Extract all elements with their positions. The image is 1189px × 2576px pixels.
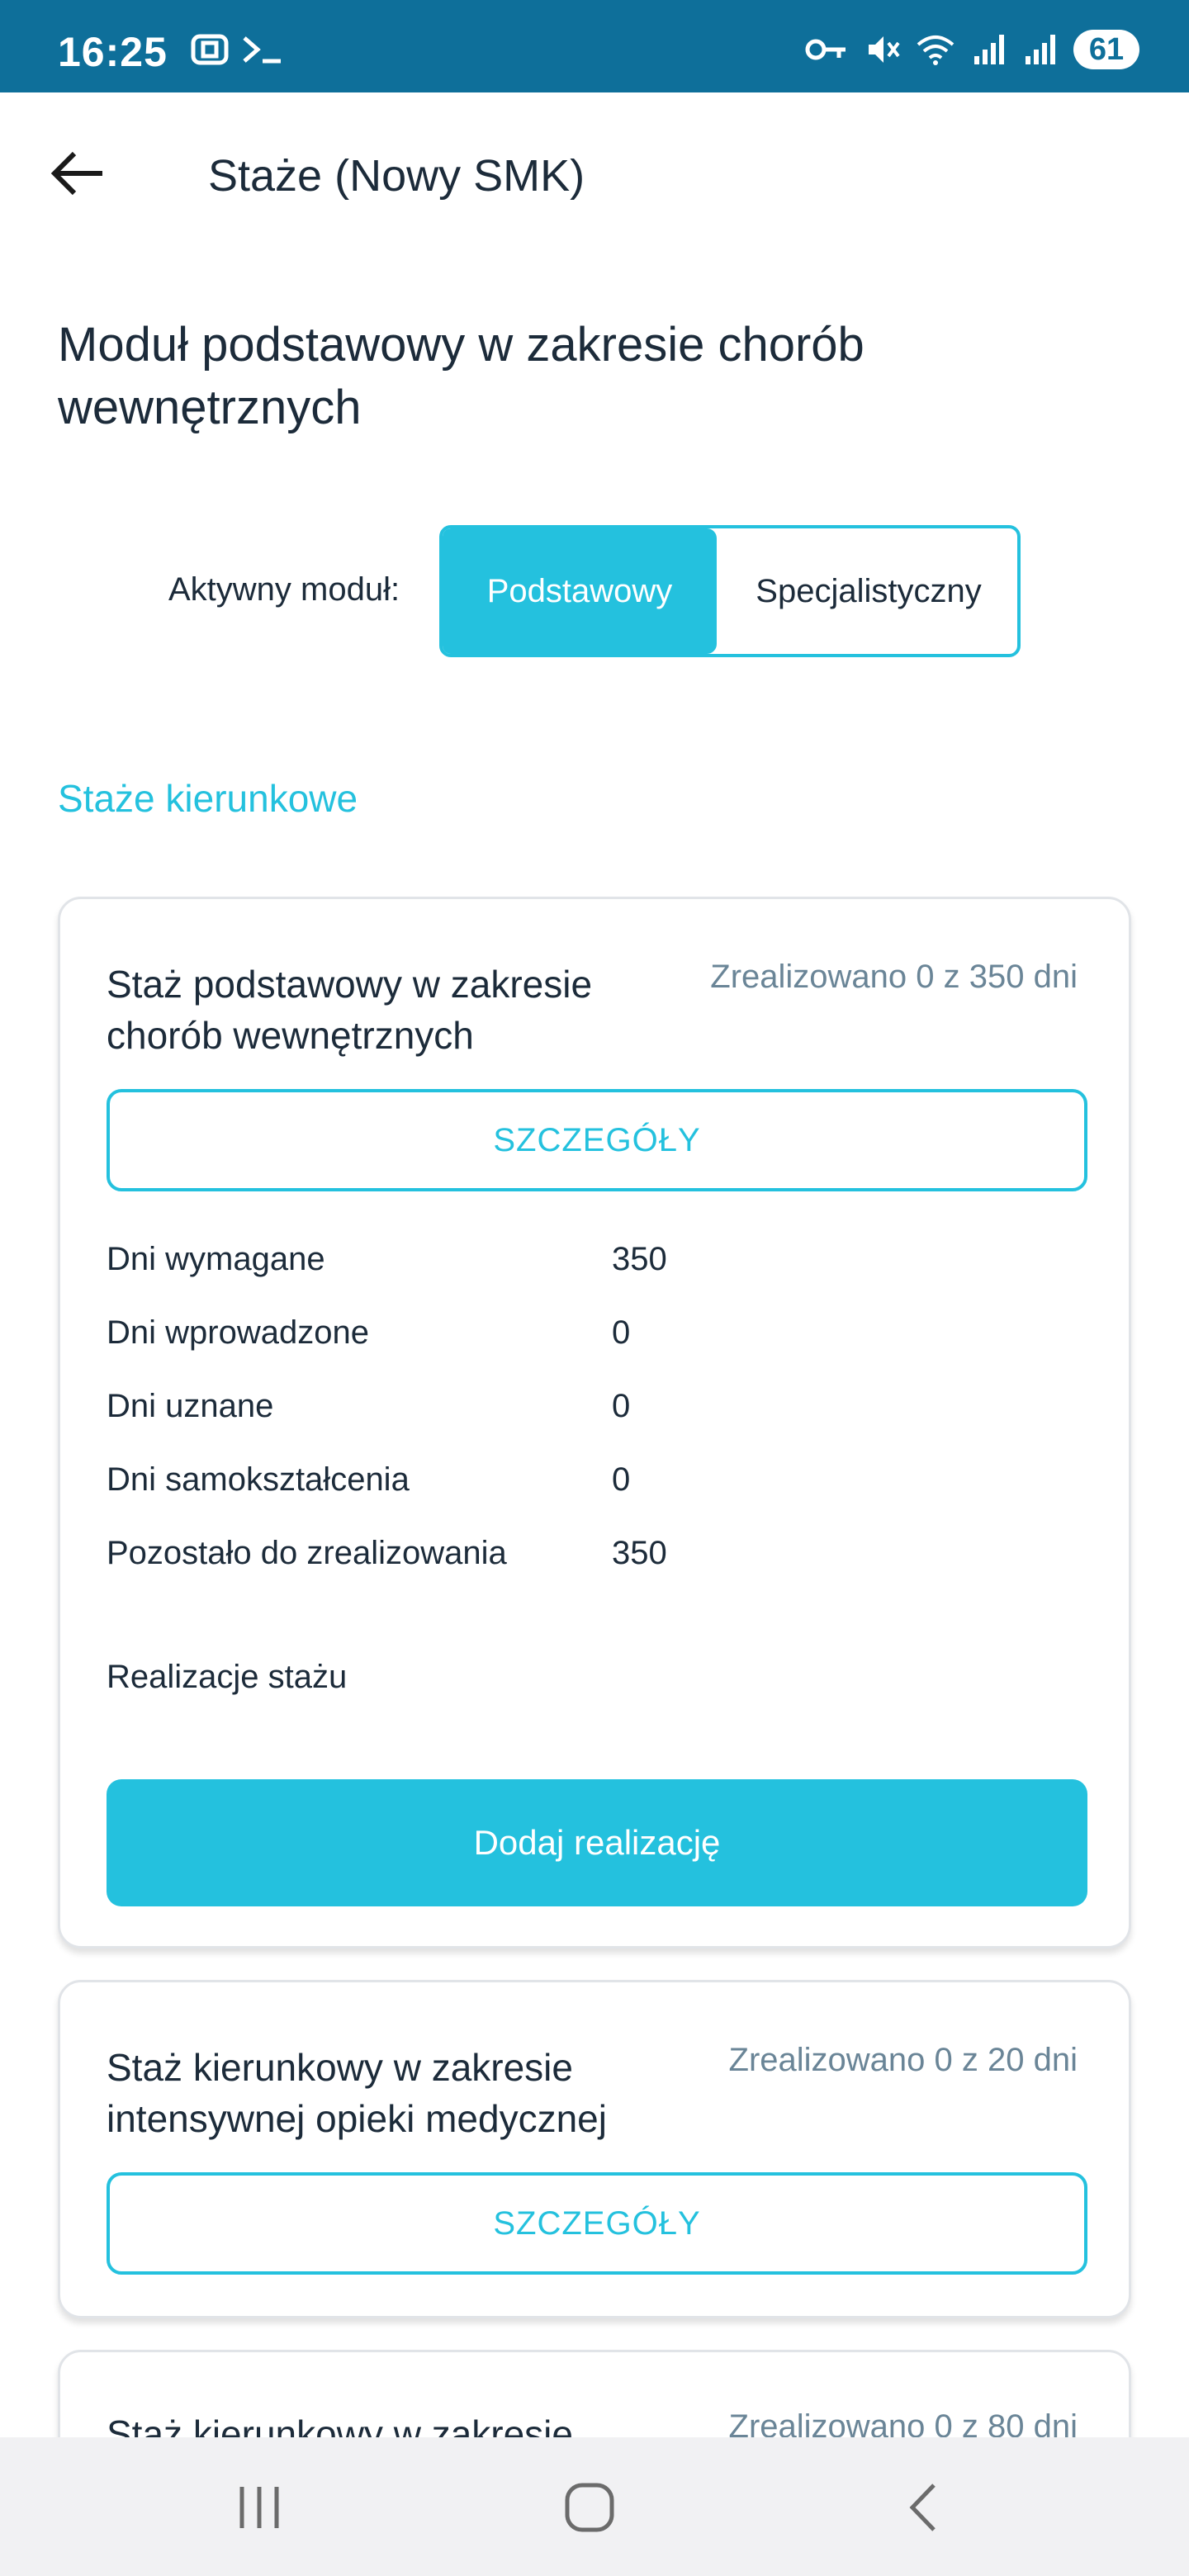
card-status: Zrealizowano 0 z 20 dni	[728, 2042, 1078, 2078]
stat-label: Dni wymagane	[107, 1241, 325, 1277]
card-status: Zrealizowano 0 z 350 dni	[710, 959, 1078, 995]
add-realization-button[interactable]: Dodaj realizację	[107, 1779, 1087, 1906]
stat-value: 0	[612, 1388, 631, 1424]
system-nav-bar	[0, 2437, 1189, 2576]
internship-card: Staż kierunkowy w zakresie intensywnej o…	[58, 1980, 1131, 2318]
stat-row: Dni wprowadzone 0	[107, 1314, 1087, 1364]
terminal-icon	[243, 36, 281, 64]
status-bar: 16:25 61	[0, 0, 1189, 92]
home-button[interactable]	[540, 2462, 639, 2553]
battery-indicator: 61	[1073, 30, 1139, 69]
card-title: Staż kierunkowy w zakresie intensywnej o…	[107, 2046, 607, 2140]
realizations-label: Realizacje stażu	[107, 1659, 348, 1695]
status-right-icons: 61	[804, 30, 1139, 69]
stat-value: 350	[612, 1241, 667, 1277]
signal-icon-2	[1026, 35, 1055, 64]
mute-icon	[869, 36, 900, 63]
section-title: Staże kierunkowe	[58, 777, 358, 820]
internship-card: Staż podstawowy w zakresie chorób wewnęt…	[58, 897, 1131, 1949]
module-segmented-control: Podstawowy Specjalistyczny	[439, 525, 1021, 657]
page-title: Staże (Nowy SMK)	[208, 151, 585, 201]
details-button[interactable]: SZCZEGÓŁY	[107, 2172, 1087, 2275]
stat-value: 0	[612, 1461, 631, 1498]
card-title: Staż podstawowy w zakresie chorób wewnęt…	[107, 963, 593, 1057]
stat-row: Dni wymagane 350	[107, 1241, 1087, 1290]
arrow-left-icon	[50, 151, 102, 196]
signal-icon-1	[974, 35, 1004, 64]
stat-label: Dni samokształcenia	[107, 1461, 410, 1498]
status-time: 16:25	[58, 29, 168, 75]
nav-back-button[interactable]	[875, 2462, 974, 2553]
recents-button[interactable]	[210, 2462, 309, 2553]
stat-label: Dni uznane	[107, 1388, 274, 1424]
vpn-key-icon	[805, 39, 846, 60]
screenshot-icon	[191, 34, 229, 65]
details-button[interactable]: SZCZEGÓŁY	[107, 1089, 1087, 1191]
back-button[interactable]	[46, 140, 112, 206]
home-icon	[565, 2483, 614, 2532]
segment-podstawowy[interactable]: Podstawowy	[443, 528, 717, 654]
nav-back-icon	[909, 2484, 936, 2531]
app-bar: Staże (Nowy SMK)	[0, 92, 1189, 258]
recents-icon	[239, 2487, 279, 2528]
stat-label: Pozostało do zrealizowania	[107, 1535, 507, 1571]
stat-row: Pozostało do zrealizowania 350	[107, 1535, 1087, 1584]
stat-value: 0	[612, 1314, 631, 1351]
status-left-icons	[190, 31, 284, 68]
stat-value: 350	[612, 1535, 667, 1571]
active-module-row: Aktywny moduł: Podstawowy Specjalistyczn…	[0, 525, 1189, 657]
wifi-icon	[917, 36, 955, 65]
stat-label: Dni wprowadzone	[107, 1314, 369, 1351]
segment-specjalistyczny[interactable]: Specjalistyczny	[717, 528, 1017, 654]
stat-row: Dni samokształcenia 0	[107, 1461, 1087, 1511]
module-title: Moduł podstawowy w zakresie chorób wewnę…	[58, 318, 865, 434]
active-module-label: Aktywny moduł:	[168, 571, 400, 608]
stat-row: Dni uznane 0	[107, 1388, 1087, 1437]
